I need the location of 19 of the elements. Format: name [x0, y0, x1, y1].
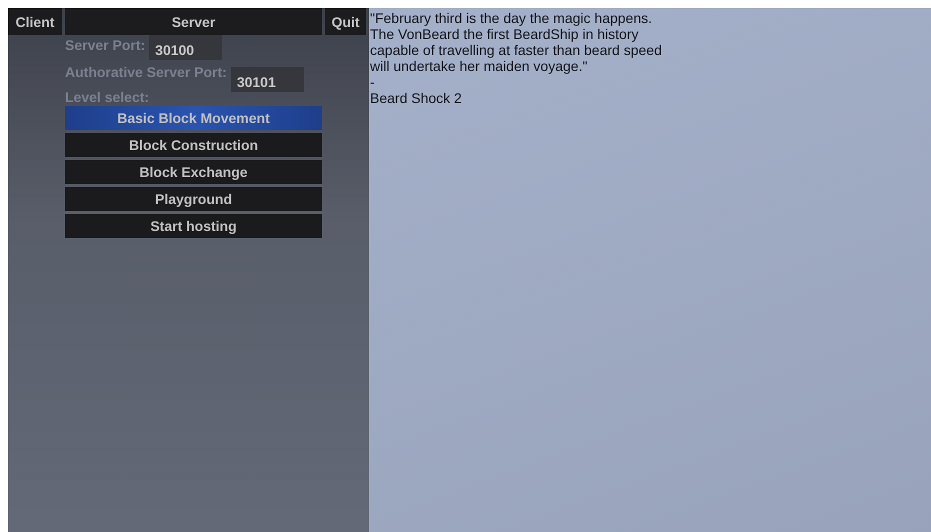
level-item[interactable]: Block Construction	[65, 133, 322, 157]
start-hosting-button[interactable]: Start hosting	[65, 214, 322, 238]
port-field[interactable]: 30100	[149, 35, 222, 60]
menu-tab[interactable]: Client	[8, 8, 62, 35]
level-label: Level select:	[65, 89, 150, 105]
level-item[interactable]: Basic Block Movement	[65, 106, 322, 130]
quote-source: Beard Shock 2	[370, 90, 463, 106]
field-label: Authorative Server Port:	[65, 64, 227, 80]
level-item[interactable]: Block Exchange	[65, 160, 322, 184]
quote-line: will undertake her maiden voyage."	[370, 58, 588, 74]
quote-line: The VonBeard the first BeardShip in history	[370, 26, 640, 42]
menu-tab[interactable]: Quit	[325, 8, 366, 35]
dash-text: -	[370, 74, 376, 90]
menu-tab[interactable]: Server	[65, 8, 322, 35]
quote-line: capable of travelling at faster than beard speed	[370, 42, 663, 58]
quote-line: "February third is the day the magic happens.	[370, 10, 654, 26]
port-field[interactable]: 30101	[230, 67, 304, 92]
level-item[interactable]: Playground	[65, 187, 322, 211]
field-label: Server Port:	[65, 37, 146, 53]
